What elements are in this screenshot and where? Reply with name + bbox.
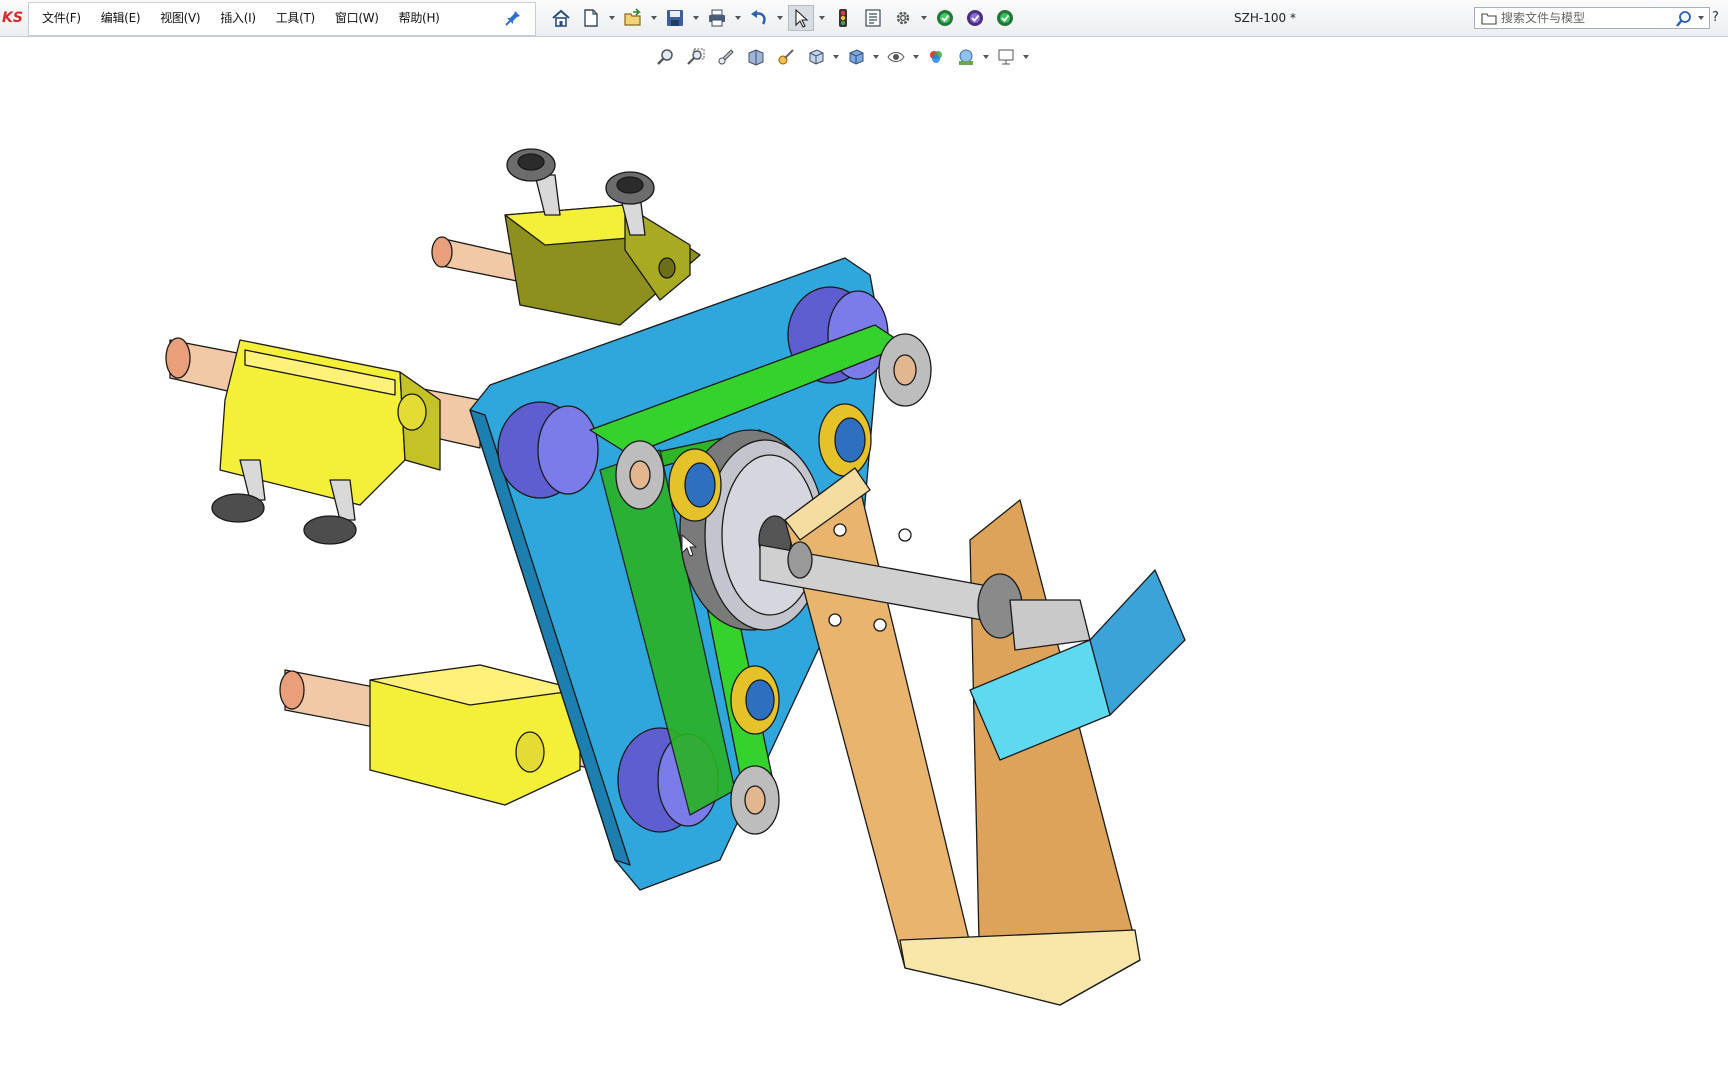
menu-window[interactable]: 窗口(W) bbox=[325, 7, 389, 29]
search-icon[interactable] bbox=[1675, 10, 1693, 28]
open-dropdown-icon[interactable] bbox=[650, 5, 658, 31]
menu-view[interactable]: 视图(V) bbox=[150, 7, 210, 29]
options-gear-icon[interactable] bbox=[890, 5, 916, 31]
graphics-area[interactable] bbox=[0, 37, 1728, 1080]
open-folder-icon[interactable] bbox=[620, 5, 646, 31]
select-dropdown-icon[interactable] bbox=[818, 5, 826, 31]
home-icon[interactable] bbox=[548, 5, 574, 31]
menu-file[interactable]: 文件(F) bbox=[32, 7, 91, 29]
menu-insert[interactable]: 插入(I) bbox=[210, 7, 265, 29]
rebuild-purple-icon[interactable] bbox=[962, 5, 988, 31]
undo-icon[interactable] bbox=[746, 5, 772, 31]
search-input[interactable] bbox=[1501, 8, 1671, 28]
search-box[interactable] bbox=[1474, 7, 1710, 29]
search-dropdown-icon[interactable] bbox=[1695, 8, 1707, 28]
left-suction-module[interactable] bbox=[165, 337, 481, 545]
print-icon[interactable] bbox=[704, 5, 730, 31]
menu-edit[interactable]: 编辑(E) bbox=[91, 7, 150, 29]
title-bar: KS 文件(F) 编辑(E) 视图(V) 插入(I) 工具(T) 窗口(W) 帮… bbox=[0, 0, 1728, 37]
support-bracket[interactable] bbox=[759, 467, 1141, 1006]
select-arrow-icon[interactable] bbox=[788, 5, 814, 31]
standard-toolbar bbox=[548, 5, 1018, 31]
save-icon[interactable] bbox=[662, 5, 688, 31]
app-logo[interactable]: KS bbox=[0, 6, 26, 30]
save-dropdown-icon[interactable] bbox=[692, 5, 700, 31]
options-dropdown-icon[interactable] bbox=[920, 5, 928, 31]
menu-help[interactable]: 帮助(H) bbox=[389, 7, 450, 29]
new-dropdown-icon[interactable] bbox=[608, 5, 616, 31]
top-suction-module[interactable] bbox=[431, 148, 701, 326]
rebuild-icon[interactable] bbox=[932, 5, 958, 31]
shaft-coupling[interactable] bbox=[1009, 599, 1091, 651]
document-title: SZH-100 * bbox=[1234, 11, 1296, 25]
print-dropdown-icon[interactable] bbox=[734, 5, 742, 31]
menu-tools[interactable]: 工具(T) bbox=[266, 7, 325, 29]
properties-icon[interactable] bbox=[860, 5, 886, 31]
undo-dropdown-icon[interactable] bbox=[776, 5, 784, 31]
help-question-icon[interactable]: ? bbox=[1712, 10, 1726, 26]
rebuild-green-icon[interactable] bbox=[992, 5, 1018, 31]
menu-bar: 文件(F) 编辑(E) 视图(V) 插入(I) 工具(T) 窗口(W) 帮助(H… bbox=[32, 0, 450, 36]
pin-menu-icon[interactable] bbox=[504, 9, 522, 27]
bottom-suction-module[interactable] bbox=[279, 664, 601, 806]
new-document-icon[interactable] bbox=[578, 5, 604, 31]
assembly-model[interactable] bbox=[0, 37, 1728, 1080]
folder-icon bbox=[1481, 11, 1497, 25]
traffic-light-icon[interactable] bbox=[830, 5, 856, 31]
